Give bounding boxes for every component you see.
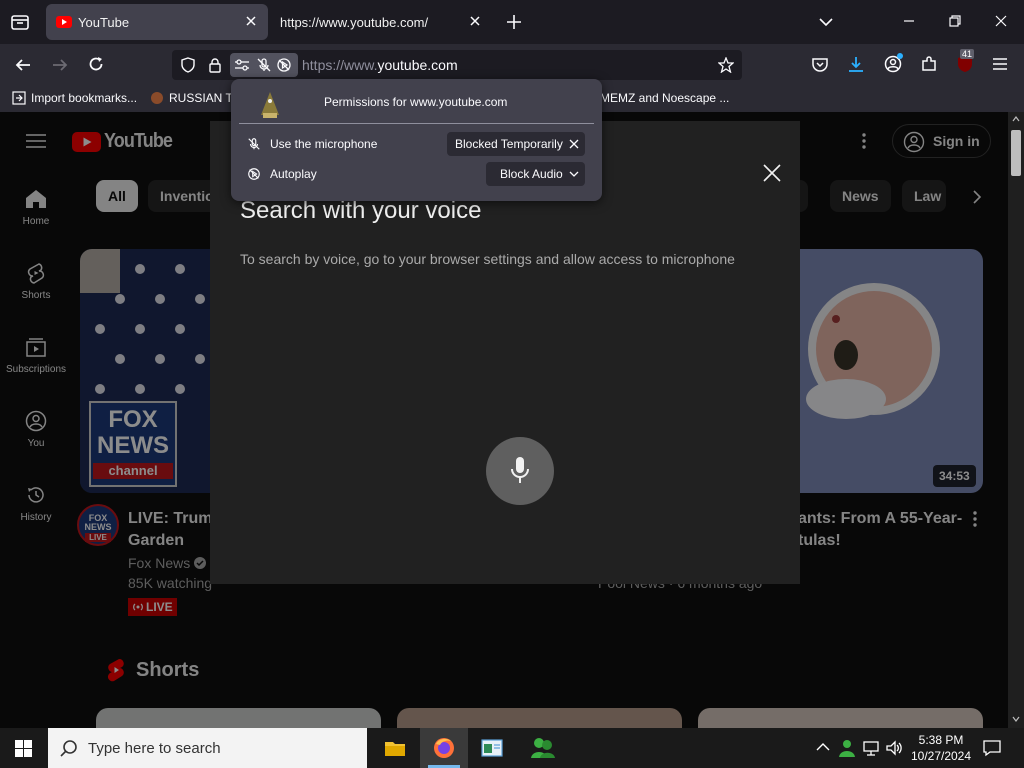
forward-arrow-icon[interactable] bbox=[51, 56, 69, 74]
scroll-down-icon[interactable] bbox=[1012, 716, 1020, 722]
windows-taskbar: Type here to search 5:38 PM 10/27/2024 bbox=[0, 728, 1024, 768]
tab-title: https://www.youtube.com/ bbox=[280, 15, 429, 30]
bookmark-memz[interactable]: MEMZ and Noescape ... bbox=[600, 91, 729, 105]
microphone-button[interactable] bbox=[486, 437, 554, 505]
clear-permission-icon bbox=[569, 139, 579, 149]
bookmark-favicon-icon bbox=[151, 92, 163, 104]
voice-dialog-message: To search by voice, go to your browser s… bbox=[240, 251, 735, 267]
app-window-icon[interactable] bbox=[481, 737, 503, 759]
ublock-icon[interactable]: 41 bbox=[955, 49, 975, 74]
microphone-blocked-icon bbox=[247, 137, 261, 151]
new-tab-icon[interactable] bbox=[506, 14, 522, 30]
network-icon[interactable] bbox=[862, 739, 880, 757]
user-tray-icon[interactable] bbox=[838, 738, 856, 758]
page-scrollbar[interactable] bbox=[1008, 112, 1024, 728]
scroll-up-icon[interactable] bbox=[1012, 116, 1020, 122]
menu-hamburger-icon[interactable] bbox=[992, 56, 1008, 72]
close-tab-icon[interactable] bbox=[468, 14, 482, 28]
import-icon bbox=[12, 91, 26, 105]
contacts-app-icon[interactable] bbox=[530, 736, 556, 760]
permission-label: Autoplay bbox=[270, 167, 317, 181]
extensions-icon[interactable] bbox=[920, 55, 938, 73]
close-window-icon[interactable] bbox=[994, 14, 1008, 28]
block-audio-dropdown[interactable]: Block Audio bbox=[486, 162, 585, 186]
windows-start-icon[interactable] bbox=[15, 740, 32, 757]
show-hidden-icons-icon[interactable] bbox=[816, 742, 830, 752]
autoplay-blocked-icon bbox=[247, 167, 261, 181]
autoplay-blocked-icon bbox=[276, 57, 292, 73]
tab-bar: YouTube https://www.youtube.com/ bbox=[0, 0, 1024, 44]
notifications-icon[interactable] bbox=[983, 739, 1001, 757]
bookmark-star-icon[interactable] bbox=[718, 57, 734, 73]
taskbar-search-input[interactable]: Type here to search bbox=[48, 728, 367, 768]
blocked-count-badge: 41 bbox=[960, 49, 975, 59]
lock-icon[interactable] bbox=[207, 57, 223, 73]
chevron-down-icon bbox=[569, 171, 579, 177]
minimize-icon[interactable] bbox=[902, 14, 916, 28]
taskbar-clock[interactable]: 5:38 PM 10/27/2024 bbox=[908, 732, 974, 764]
account-icon[interactable] bbox=[884, 53, 903, 73]
site-icon bbox=[257, 91, 283, 119]
restore-icon[interactable] bbox=[948, 14, 962, 28]
notification-dot bbox=[897, 53, 903, 59]
close-dialog-icon[interactable] bbox=[762, 163, 782, 183]
firefox-taskbar-button[interactable] bbox=[420, 728, 468, 768]
firefox-icon bbox=[434, 738, 454, 758]
back-arrow-icon[interactable] bbox=[14, 56, 32, 74]
tab-title: YouTube bbox=[78, 15, 130, 30]
blocked-temporarily-button[interactable]: Blocked Temporarily bbox=[447, 132, 585, 156]
youtube-favicon-icon bbox=[56, 15, 72, 29]
shield-icon[interactable] bbox=[180, 57, 196, 73]
reload-icon[interactable] bbox=[87, 55, 105, 73]
tab-youtube[interactable]: YouTube bbox=[46, 4, 268, 40]
scroll-thumb[interactable] bbox=[1011, 130, 1021, 176]
file-explorer-icon[interactable] bbox=[384, 737, 406, 759]
divider bbox=[239, 123, 594, 124]
address-bar[interactable]: https://www.youtube.com bbox=[172, 50, 742, 80]
pocket-icon[interactable] bbox=[811, 56, 829, 74]
permissions-settings-icon bbox=[234, 57, 250, 73]
volume-icon[interactable] bbox=[885, 739, 903, 757]
permission-label: Use the microphone bbox=[270, 137, 378, 151]
permissions-title: Permissions for www.youtube.com bbox=[324, 95, 508, 109]
search-icon bbox=[60, 739, 78, 757]
url-text: https://www.youtube.com bbox=[302, 57, 458, 73]
microphone-icon bbox=[511, 457, 529, 483]
permissions-chip[interactable] bbox=[230, 53, 298, 77]
tab-list-icon[interactable] bbox=[10, 12, 30, 32]
chevron-down-icon[interactable] bbox=[818, 14, 834, 30]
downloads-icon[interactable] bbox=[847, 55, 865, 73]
close-tab-icon[interactable] bbox=[244, 14, 258, 28]
microphone-blocked-icon bbox=[256, 57, 272, 73]
bookmark-import[interactable]: Import bookmarks... bbox=[12, 91, 137, 105]
permissions-popup: Permissions for www.youtube.com Use the … bbox=[231, 79, 602, 201]
voice-dialog-title: Search with your voice bbox=[240, 197, 482, 224]
tab-youtube-url[interactable]: https://www.youtube.com/ bbox=[270, 4, 492, 40]
bookmark-russian[interactable]: RUSSIAN TE bbox=[150, 91, 241, 105]
